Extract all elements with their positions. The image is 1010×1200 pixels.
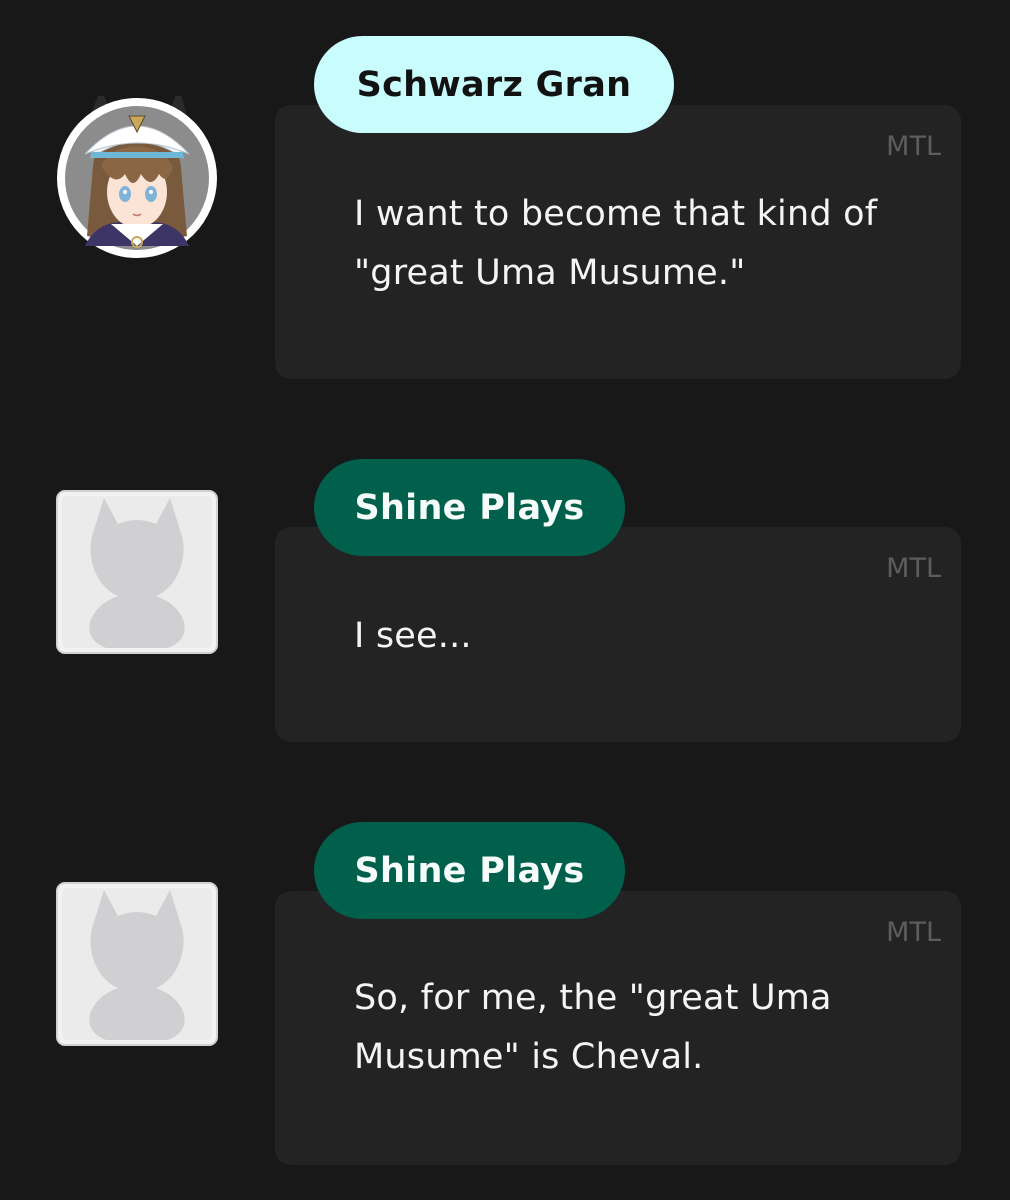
silhouette-avatar[interactable] — [56, 882, 218, 1046]
chat-message: MTL So, for me, the "great Uma Musume" i… — [0, 0, 1010, 1200]
message-bubble: MTL So, for me, the "great Uma Musume" i… — [275, 891, 961, 1165]
mtl-badge: MTL — [886, 917, 941, 948]
message-text: So, for me, the "great Uma Musume" is Ch… — [354, 978, 832, 1077]
silhouette-placeholder-icon — [56, 882, 218, 1046]
speaker-name-tag: Shine Plays — [314, 822, 625, 919]
